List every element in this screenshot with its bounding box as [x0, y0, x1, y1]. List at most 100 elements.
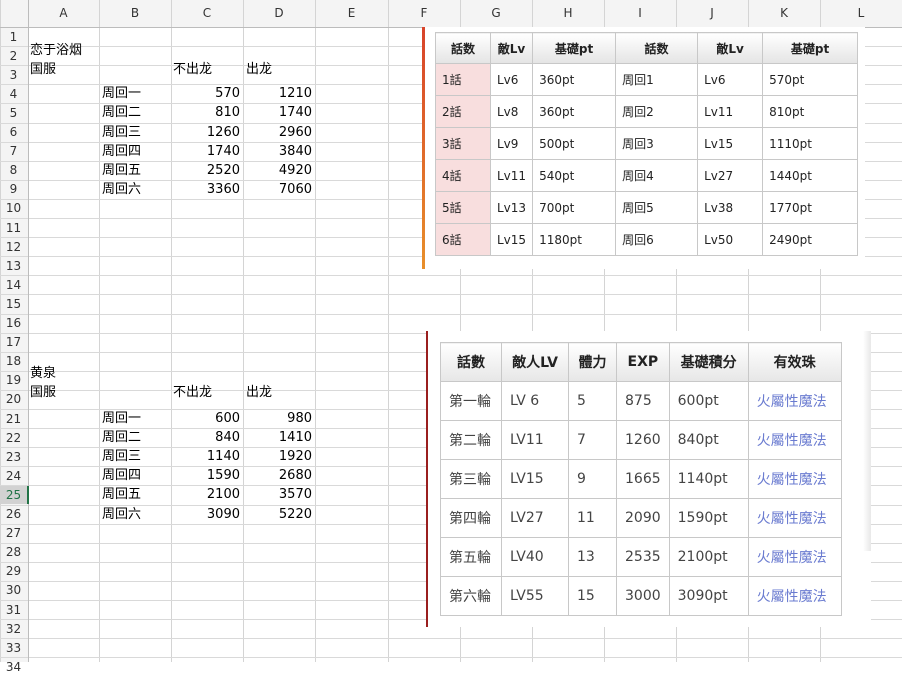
column-header-e[interactable]: E: [315, 4, 388, 22]
block1-no-dragon-value[interactable]: 2520: [171, 161, 240, 180]
cell-c3-header[interactable]: 不出龙: [173, 60, 212, 79]
row-header-13[interactable]: 13: [0, 257, 27, 275]
block1-round-name[interactable]: 周回三: [102, 123, 141, 142]
row-header-4[interactable]: 4: [0, 85, 27, 103]
cell-d20-header[interactable]: 出龙: [246, 383, 272, 402]
row-header-9[interactable]: 9: [0, 180, 27, 198]
row-header-6[interactable]: 6: [0, 123, 27, 141]
block1-round-name[interactable]: 周回五: [102, 161, 141, 180]
row-header-17[interactable]: 17: [0, 333, 27, 351]
block1-dragon-value[interactable]: 1740: [243, 103, 312, 122]
block2-round-name[interactable]: 周回五: [102, 485, 141, 504]
block2-round-name[interactable]: 周回四: [102, 466, 141, 485]
block2-no-dragon-value[interactable]: 1590: [171, 466, 240, 485]
t2-cell: 火屬性魔法: [747, 459, 842, 499]
cell-a3-label[interactable]: 国服: [30, 60, 56, 79]
block2-dragon-value[interactable]: 980: [243, 409, 312, 428]
row-header-24[interactable]: 24: [0, 467, 27, 485]
column-header-b[interactable]: B: [99, 4, 171, 22]
column-header-i[interactable]: I: [604, 4, 676, 22]
column-header-j[interactable]: J: [676, 4, 748, 22]
row-header-15[interactable]: 15: [0, 295, 27, 313]
block2-round-name[interactable]: 周回二: [102, 428, 141, 447]
block2-no-dragon-value[interactable]: 2100: [171, 485, 240, 504]
block1-no-dragon-value[interactable]: 3360: [171, 180, 240, 199]
row-header-28[interactable]: 28: [0, 543, 27, 561]
column-header-h[interactable]: H: [532, 4, 604, 22]
column-header-f[interactable]: F: [388, 4, 460, 22]
cell-c20-header[interactable]: 不出龙: [173, 383, 212, 402]
column-header-d[interactable]: D: [243, 4, 315, 22]
row-header-7[interactable]: 7: [0, 142, 27, 160]
block2-no-dragon-value[interactable]: 840: [171, 428, 240, 447]
pasted-table-image-1[interactable]: 話数 敵Lv 基礎pt 話数 敵Lv 基礎pt 1話 Lv6 360pt 周回1 Lv6 570pt…: [422, 27, 865, 269]
row-header-20[interactable]: 20: [0, 390, 27, 408]
block2-dragon-value[interactable]: 1410: [243, 428, 312, 447]
block2-dragon-value[interactable]: 5220: [243, 505, 312, 524]
block2-round-name[interactable]: 周回六: [102, 505, 141, 524]
row-header-1[interactable]: 1: [0, 28, 27, 46]
row-header-14[interactable]: 14: [0, 276, 27, 294]
t1-cell: Lv13: [489, 191, 534, 224]
row-header-31[interactable]: 31: [0, 601, 27, 619]
block1-dragon-value[interactable]: 7060: [243, 180, 312, 199]
block2-round-name[interactable]: 周回一: [102, 409, 141, 428]
block1-round-name[interactable]: 周回四: [102, 142, 141, 161]
column-header-l[interactable]: L: [820, 4, 902, 22]
cell-a19-title[interactable]: 黄泉: [30, 364, 56, 383]
block2-no-dragon-value[interactable]: 3090: [171, 505, 240, 524]
block1-dragon-value[interactable]: 4920: [243, 161, 312, 180]
row-header-18[interactable]: 18: [0, 352, 27, 370]
block1-round-name[interactable]: 周回一: [102, 84, 141, 103]
column-header-c[interactable]: C: [171, 4, 243, 22]
row-header-22[interactable]: 22: [0, 429, 27, 447]
t1-cell: Lv6: [697, 63, 764, 96]
block2-dragon-value[interactable]: 1920: [243, 447, 312, 466]
t2-cell: 火屬性魔法: [747, 537, 842, 577]
row-header-16[interactable]: 16: [0, 314, 27, 332]
cell-a20-label[interactable]: 国服: [30, 383, 56, 402]
block2-dragon-value[interactable]: 2680: [243, 466, 312, 485]
row-header-2[interactable]: 2: [0, 47, 27, 65]
block1-round-name[interactable]: 周回二: [102, 103, 141, 122]
row-header-8[interactable]: 8: [0, 161, 27, 179]
row-header-33[interactable]: 33: [0, 639, 27, 657]
table-row: 第六輪 LV55 15 3000 3090pt 火屬性魔法: [440, 576, 842, 616]
block1-no-dragon-value[interactable]: 570: [171, 84, 240, 103]
block1-no-dragon-value[interactable]: 1740: [171, 142, 240, 161]
row-header-10[interactable]: 10: [0, 199, 27, 217]
row-header-23[interactable]: 23: [0, 448, 27, 466]
block1-dragon-value[interactable]: 3840: [243, 142, 312, 161]
row-header-29[interactable]: 29: [0, 562, 27, 580]
block2-round-name[interactable]: 周回三: [102, 447, 141, 466]
cell-d3-header[interactable]: 出龙: [246, 60, 272, 79]
row-header-12[interactable]: 12: [0, 238, 27, 256]
block1-dragon-value[interactable]: 2960: [243, 123, 312, 142]
cell-a2-title[interactable]: 恋于浴烟: [30, 41, 82, 60]
block1-no-dragon-value[interactable]: 810: [171, 103, 240, 122]
row-header-3[interactable]: 3: [0, 66, 27, 84]
pasted-table-image-2[interactable]: 話數 敵人LV 體力 EXP 基礎積分 有效珠 第一輪 LV 6 5 875 600pt 火屬性魔法…: [426, 331, 871, 627]
row-header-5[interactable]: 5: [0, 104, 27, 122]
row-header-19[interactable]: 19: [0, 371, 27, 389]
row-header-26[interactable]: 26: [0, 505, 27, 523]
row-header-25[interactable]: 25: [0, 485, 29, 504]
block1-no-dragon-value[interactable]: 1260: [171, 123, 240, 142]
row-header-11[interactable]: 11: [0, 219, 27, 237]
column-header-k[interactable]: K: [748, 4, 820, 22]
column-header-g[interactable]: G: [460, 4, 532, 22]
row-header-30[interactable]: 30: [0, 581, 27, 599]
row-header-27[interactable]: 27: [0, 524, 27, 542]
spreadsheet-grid[interactable]: ABCDEFGHIJKL 1 2 3 4 5 6 7 8 9 10 11 12 13 14 15 16 17 18…: [0, 0, 902, 674]
block2-no-dragon-value[interactable]: 1140: [171, 447, 240, 466]
row-header-32[interactable]: 32: [0, 620, 27, 638]
block1-dragon-value[interactable]: 1210: [243, 84, 312, 103]
block1-round-name[interactable]: 周回六: [102, 180, 141, 199]
row-header-21[interactable]: 21: [0, 410, 27, 428]
t1-cell: 5話: [435, 191, 491, 224]
block2-no-dragon-value[interactable]: 600: [171, 409, 240, 428]
row-header-34[interactable]: 34: [0, 658, 27, 676]
t1-cell: 6話: [435, 223, 491, 256]
block2-dragon-value[interactable]: 3570: [243, 485, 312, 504]
column-header-a[interactable]: A: [28, 4, 99, 22]
